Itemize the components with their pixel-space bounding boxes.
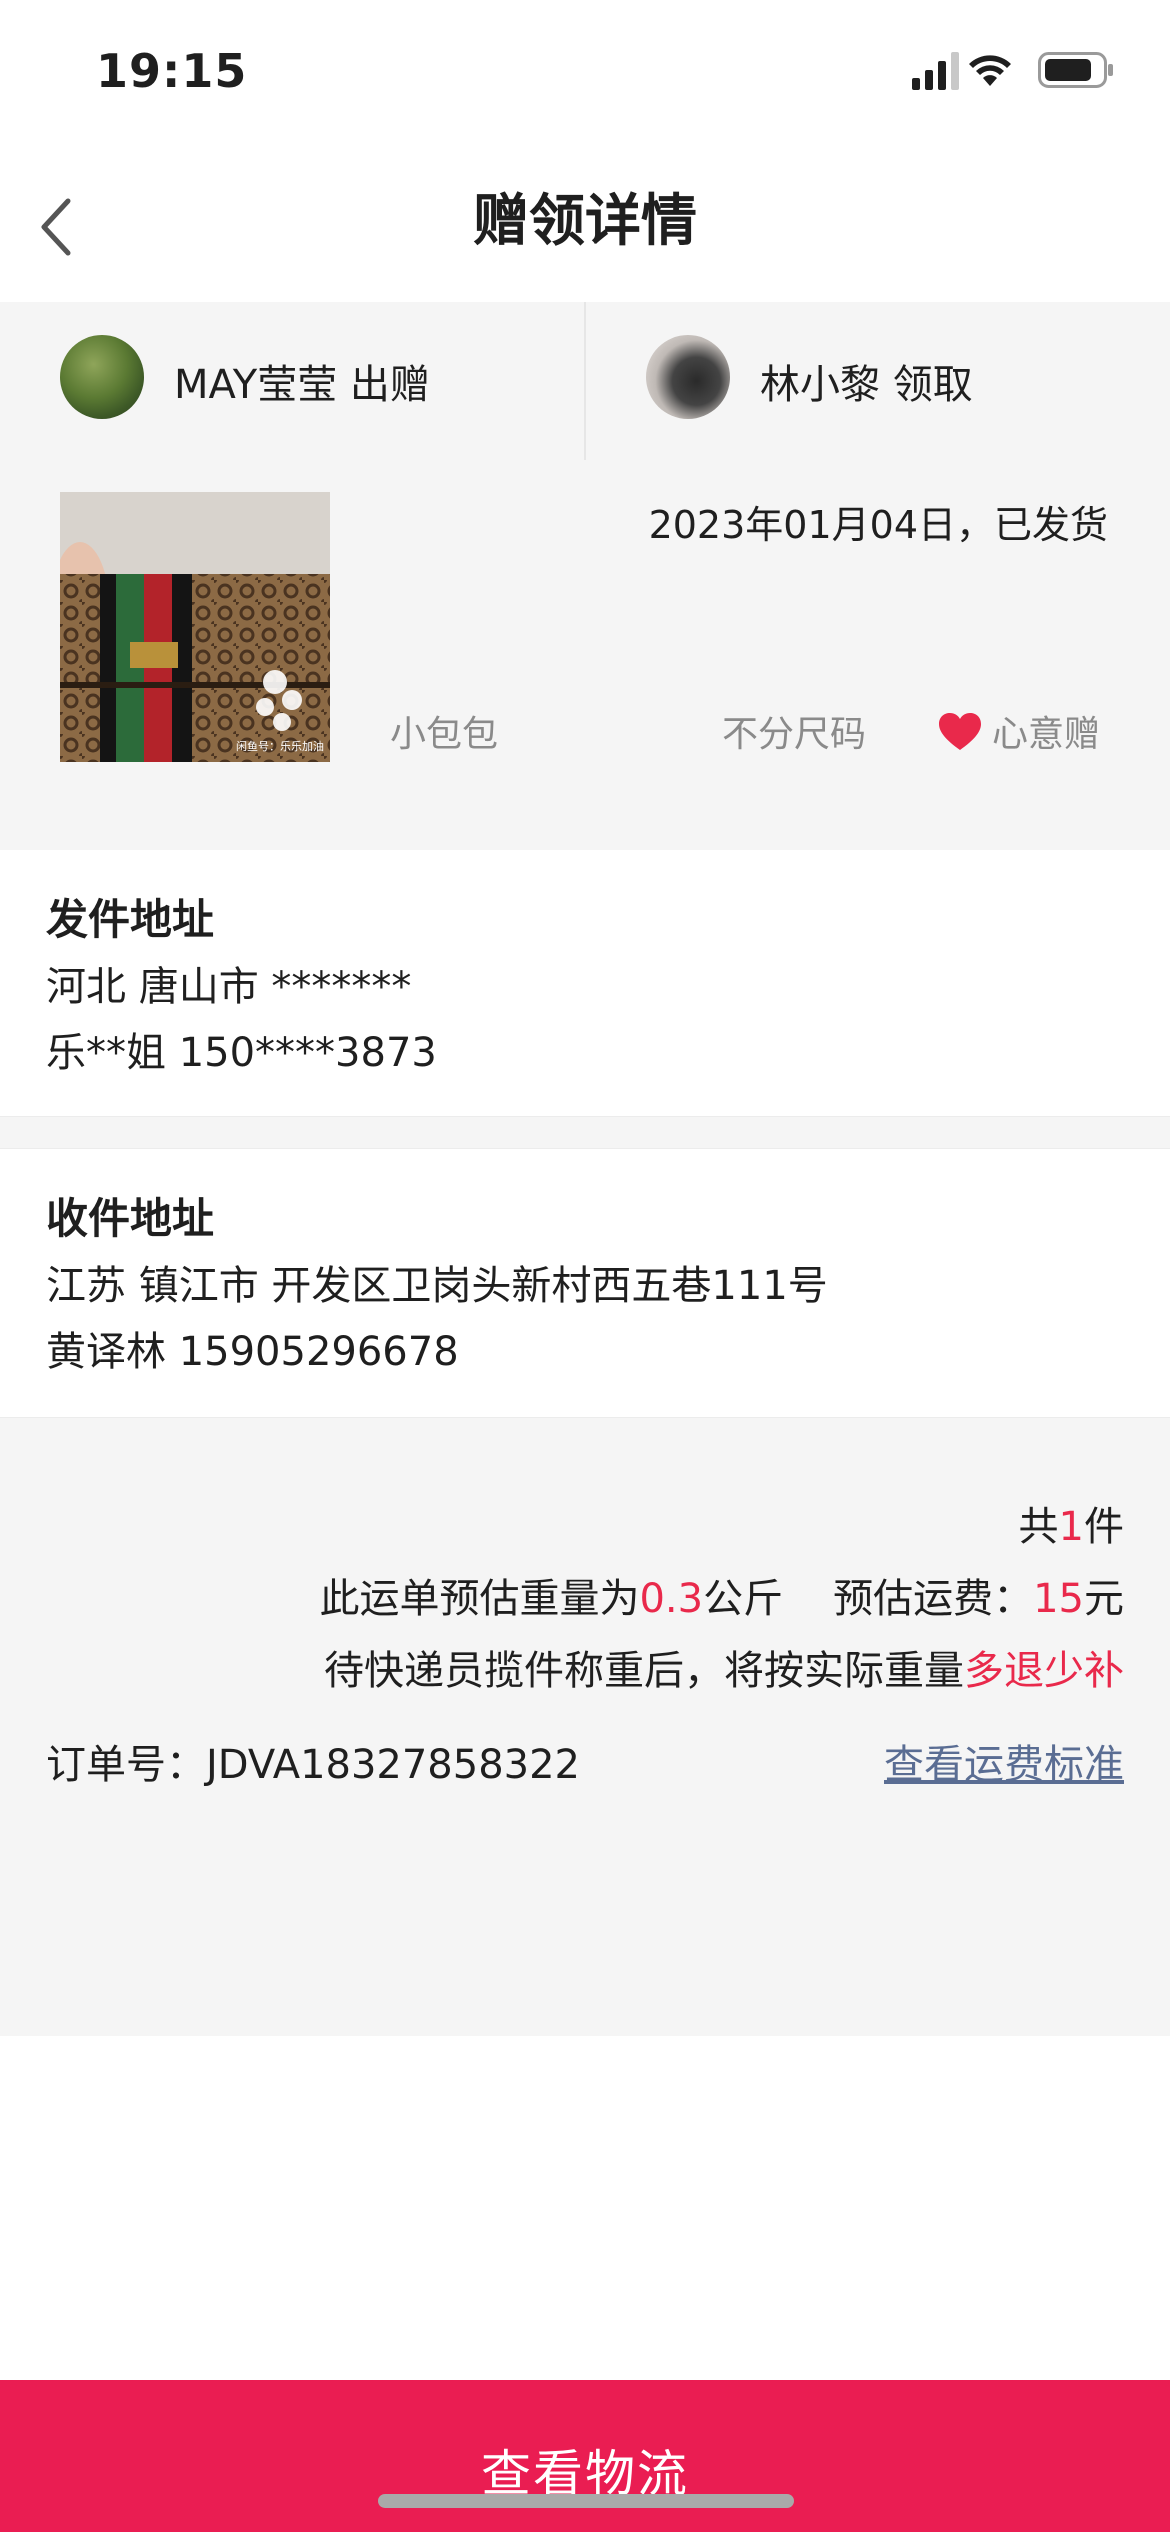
page-title: 赠领详情: [473, 189, 697, 254]
item-count-prefix: 共: [1018, 1504, 1059, 1550]
fee-standard-link[interactable]: 查看运费标准: [884, 1732, 1124, 1790]
divider: [0, 1117, 1170, 1148]
wifi-icon: [969, 55, 1011, 86]
sender-address-title: 发件地址: [46, 895, 215, 944]
weight-fee-line: 此运单预估重量为0.3公斤 预估运费：15元: [319, 1566, 1124, 1624]
product-size: 不分尺码: [722, 714, 867, 755]
users-row: MAY莹莹 出赠 林小黎 领取: [0, 302, 1170, 461]
item-count: 共1件: [1019, 1494, 1124, 1552]
sender-address-contact: 乐**姐 150****3873: [46, 1030, 437, 1076]
view-logistics-button[interactable]: 查看物流: [0, 2380, 1170, 2532]
heart-icon: [938, 713, 981, 750]
receiver-user[interactable]: 林小黎 领取: [586, 302, 1170, 460]
giver-name: MAY莹莹: [174, 362, 338, 408]
nav-bar: 赠领详情: [0, 150, 1170, 300]
receiver-avatar[interactable]: [646, 335, 730, 419]
order-number-value: JDVA18327858322: [206, 1742, 581, 1788]
product-image[interactable]: 闲鱼号：乐乐加油: [60, 492, 330, 762]
giver-user[interactable]: MAY莹莹 出赠: [0, 302, 586, 460]
gift-tag-label: 心意赠: [991, 714, 1100, 755]
receiver-action: 领取: [892, 362, 973, 408]
receiver-label: 林小黎 领取: [760, 352, 973, 410]
sender-address-card: 发件地址 河北 唐山市 ******* 乐**姐 150****3873: [0, 850, 1170, 1117]
ship-date-status: 2023年01月04日，已发货: [648, 503, 1108, 547]
product-card[interactable]: 闲鱼号：乐乐加油 2023年01月04日，已发货 小包包 不分尺码 心意赠: [0, 460, 1170, 850]
battery-icon: [1038, 52, 1113, 88]
fee-unit: 元: [1084, 1576, 1124, 1622]
wallet-photo: 闲鱼号：乐乐加油: [60, 492, 330, 762]
view-logistics-label: 查看物流: [481, 2445, 689, 2503]
receiver-address-contact: 黄译林 15905296678: [46, 1329, 459, 1375]
receiver-name: 林小黎: [760, 362, 880, 408]
image-watermark: 闲鱼号：乐乐加油: [236, 739, 324, 753]
receiver-address-card: 收件地址 江苏 镇江市 开发区卫岗头新村西五巷111号 黄译林 15905296…: [0, 1148, 1170, 1417]
note-highlight: 多退少补: [964, 1648, 1124, 1694]
status-time: 19:15: [96, 44, 248, 98]
weigh-note: 待快递员揽件称重后，将按实际重量多退少补: [324, 1638, 1124, 1696]
giver-avatar[interactable]: [60, 335, 144, 419]
fee-prefix: 预估运费：: [833, 1576, 1034, 1622]
home-indicator[interactable]: [378, 2494, 794, 2508]
cellular-signal-icon: [912, 52, 959, 90]
fee-value: 15: [1033, 1576, 1084, 1622]
order-number: 订单号：JDVA18327858322: [46, 1732, 580, 1790]
weight-unit: 公斤: [703, 1576, 784, 1622]
giver-action: 出赠: [349, 362, 430, 408]
status-bar: 19:15: [0, 0, 1170, 150]
item-count-suffix: 件: [1084, 1504, 1124, 1550]
giver-label: MAY莹莹 出赠: [174, 352, 430, 410]
receiver-address-title: 收件地址: [46, 1194, 215, 1243]
note-prefix: 待快递员揽件称重后，将按实际重量: [324, 1648, 964, 1694]
receiver-address-location: 江苏 镇江市 开发区卫岗头新村西五巷111号: [46, 1263, 828, 1309]
gift-tag: 心意赠: [938, 705, 1100, 757]
sender-address-location: 河北 唐山市 *******: [46, 964, 412, 1010]
order-number-label: 订单号：: [46, 1742, 206, 1788]
weight-value: 0.3: [639, 1576, 704, 1622]
product-name: 小包包: [390, 714, 499, 755]
page: 19:15 赠领详情 MAY莹莹 出赠 林小黎 领取 闲鱼号：乐乐加油 2023…: [0, 0, 1170, 2532]
item-count-value: 1: [1058, 1504, 1084, 1550]
weight-prefix: 此运单预估重量为: [319, 1576, 640, 1622]
shipping-summary: 共1件 此运单预估重量为0.3公斤 预估运费：15元 待快递员揽件称重后，将按实际…: [0, 1417, 1170, 2036]
